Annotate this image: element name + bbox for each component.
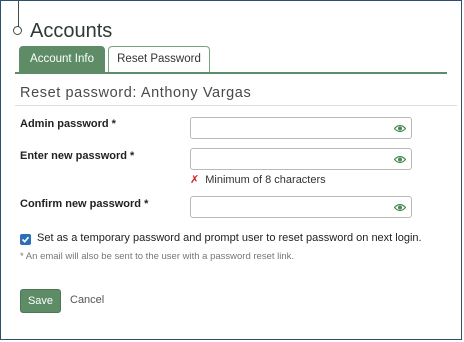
temporary-password-label[interactable]: Set as a temporary password and prompt u… <box>37 232 422 244</box>
header-circle-icon <box>13 26 22 35</box>
new-password-label: Enter new password * <box>20 150 135 162</box>
tab-underline <box>15 72 447 74</box>
new-password-input[interactable] <box>195 151 387 169</box>
email-note: * An email will also be sent to the user… <box>20 251 295 262</box>
confirm-password-label: Confirm new password * <box>20 198 149 210</box>
page-title: Accounts <box>30 20 113 42</box>
accounts-panel: Accounts Account Info Reset Password Res… <box>0 0 462 340</box>
x-icon: ✗ <box>190 174 200 186</box>
admin-password-label: Admin password * <box>20 118 116 130</box>
eye-icon[interactable] <box>394 203 406 212</box>
tab-account-info[interactable]: Account Info <box>19 46 105 72</box>
eye-icon[interactable] <box>394 155 406 164</box>
password-length-message: Minimum of 8 characters <box>205 174 326 186</box>
password-length-hint: ✗ Minimum of 8 characters <box>190 173 326 186</box>
header-connector-line <box>18 1 19 27</box>
eye-icon[interactable] <box>394 124 406 133</box>
confirm-password-input[interactable] <box>195 199 387 217</box>
admin-password-input[interactable] <box>195 120 387 138</box>
section-divider <box>15 105 457 106</box>
tab-reset-password[interactable]: Reset Password <box>108 46 210 72</box>
save-button[interactable]: Save <box>20 289 61 313</box>
temporary-password-checkbox[interactable] <box>20 234 31 245</box>
section-title: Reset password: Anthony Vargas <box>20 85 252 101</box>
new-password-field <box>190 148 412 170</box>
cancel-link[interactable]: Cancel <box>70 294 104 306</box>
admin-password-field <box>190 117 412 139</box>
confirm-password-field <box>190 196 412 218</box>
checkmark-icon <box>21 236 30 243</box>
